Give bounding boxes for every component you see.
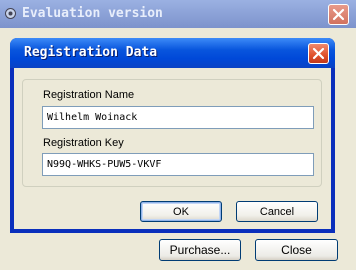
cancel-button[interactable]: Cancel: [236, 201, 318, 222]
registration-group: Registration Name Registration Key: [22, 79, 322, 187]
app-icon: [4, 7, 17, 20]
registration-dialog: Registration Data Registration Name Regi…: [10, 38, 335, 233]
background-title-bar[interactable]: Evaluation version: [0, 0, 356, 28]
dialog-close-button[interactable]: [308, 43, 329, 64]
dialog-title: Registration Data: [24, 45, 158, 60]
registration-key-input[interactable]: [42, 153, 314, 176]
dialog-body: Registration Name Registration Key OK Ca…: [14, 68, 331, 229]
background-close-button[interactable]: [328, 4, 349, 25]
registration-name-input[interactable]: [42, 106, 314, 129]
background-window-title: Evaluation version: [22, 6, 163, 21]
close-button[interactable]: Close: [255, 239, 338, 261]
close-icon: [332, 8, 345, 21]
registration-key-label: Registration Key: [43, 137, 124, 149]
registration-name-label: Registration Name: [43, 89, 135, 101]
ok-button[interactable]: OK: [140, 201, 222, 222]
dialog-title-bar[interactable]: Registration Data: [10, 38, 335, 68]
background-scroll-edge: [347, 28, 356, 270]
close-icon: [312, 47, 325, 60]
purchase-button[interactable]: Purchase...: [159, 239, 241, 261]
